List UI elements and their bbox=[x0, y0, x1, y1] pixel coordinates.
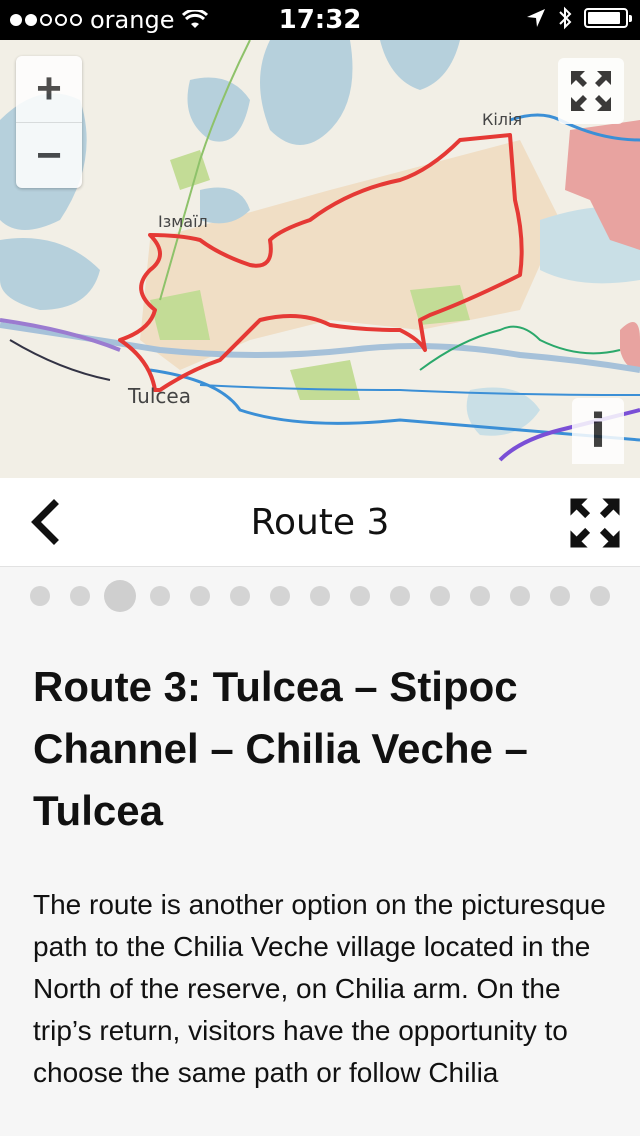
map-label-kiliia: Кілія bbox=[482, 110, 523, 129]
map-fullscreen-button[interactable] bbox=[558, 58, 624, 124]
battery-icon bbox=[584, 8, 632, 28]
page-dot[interactable] bbox=[470, 586, 490, 606]
page-dot[interactable] bbox=[430, 586, 450, 606]
page-dot[interactable] bbox=[590, 586, 610, 606]
page-dot[interactable] bbox=[30, 586, 50, 606]
bluetooth-icon bbox=[559, 6, 572, 30]
article-heading: Route 3: Tulcea – Stipoc Channel – Chili… bbox=[33, 663, 528, 834]
page-dot[interactable] bbox=[190, 586, 210, 606]
route-map[interactable]: Ізмаїл Кілія Tulcea + − i bbox=[0, 40, 640, 478]
page-dot[interactable] bbox=[70, 586, 90, 606]
zoom-in-button[interactable]: + bbox=[16, 56, 82, 122]
navigation-bar: Route 3 bbox=[0, 478, 640, 567]
page-dot[interactable] bbox=[310, 586, 330, 606]
map-label-izmail: Ізмаїл bbox=[158, 212, 208, 231]
page-dot[interactable] bbox=[390, 586, 410, 606]
map-tiles bbox=[0, 40, 640, 478]
fullscreen-button[interactable] bbox=[568, 496, 622, 550]
article-body: The route is another option on the pictu… bbox=[33, 889, 606, 1088]
page-title: Route 3 bbox=[250, 502, 390, 543]
page-dot[interactable] bbox=[230, 586, 250, 606]
page-dot[interactable] bbox=[270, 586, 290, 606]
status-bar: orange 17:32 bbox=[0, 0, 640, 40]
page-dot[interactable] bbox=[550, 586, 570, 606]
location-arrow-icon bbox=[527, 9, 545, 27]
page-dot[interactable] bbox=[510, 586, 530, 606]
zoom-out-button[interactable]: − bbox=[16, 122, 82, 189]
zoom-control: + − bbox=[16, 56, 82, 188]
expand-icon bbox=[571, 71, 611, 111]
map-label-tulcea: Tulcea bbox=[128, 384, 191, 408]
article: Route 3: Tulcea – Stipoc Channel – Chili… bbox=[33, 656, 613, 1094]
page-dot[interactable] bbox=[104, 580, 136, 612]
page-dot[interactable] bbox=[150, 586, 170, 606]
page-dot[interactable] bbox=[350, 586, 370, 606]
map-info-button[interactable]: i bbox=[572, 398, 624, 464]
page-indicator[interactable] bbox=[0, 566, 640, 626]
